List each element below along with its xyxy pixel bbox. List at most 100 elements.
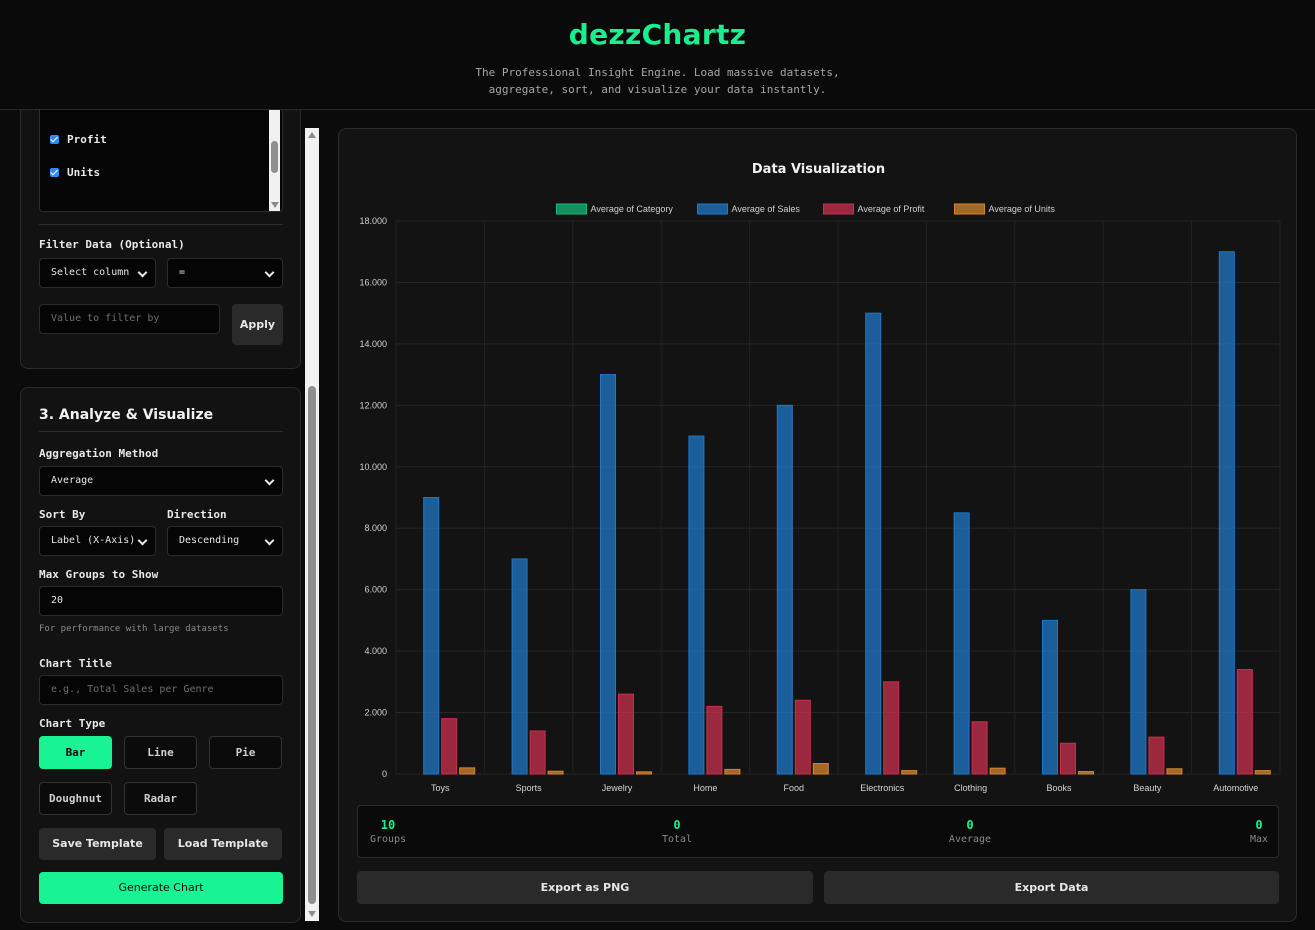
- save-template-button[interactable]: Save Template: [39, 828, 156, 860]
- column-option-units[interactable]: Units: [50, 166, 100, 179]
- app-tagline: The Professional Insight Engine. Load ma…: [420, 64, 895, 98]
- filter-column-value: Select column: [51, 267, 130, 278]
- x-tick-label: Home: [693, 783, 717, 793]
- column-checklist[interactable]: Profit Units: [39, 110, 283, 212]
- x-tick-label: Electronics: [860, 783, 905, 793]
- legend-label: Average of Category: [591, 204, 674, 214]
- max-groups-value: 20: [51, 595, 64, 606]
- load-template-button[interactable]: Load Template: [164, 828, 282, 860]
- visualization-panel: Data Visualization 0 2.000 4.000 6.000 8.000…: [338, 128, 1297, 922]
- x-tick-label: Toys: [431, 783, 450, 793]
- export-data-button[interactable]: Export Data: [824, 871, 1279, 904]
- bar: [1254, 770, 1271, 775]
- max-groups-hint: For performance with large datasets: [39, 624, 229, 634]
- bar: [865, 312, 882, 775]
- divider: [39, 431, 283, 432]
- x-tick-label: Clothing: [954, 783, 987, 793]
- chevron-down-icon: [264, 267, 275, 278]
- scrollbar-thumb[interactable]: [308, 386, 316, 904]
- scroll-down-arrow-icon[interactable]: [271, 202, 279, 208]
- apply-filter-button[interactable]: Apply: [232, 304, 283, 345]
- y-tick-label: 18.000: [359, 216, 387, 226]
- bar: [1130, 589, 1147, 775]
- filter-operator-select[interactable]: =: [167, 258, 283, 288]
- legend-swatch: [697, 203, 728, 215]
- bar: [618, 693, 634, 775]
- chevron-down-icon: [137, 267, 148, 278]
- divider: [39, 224, 283, 225]
- bar: [883, 681, 900, 775]
- x-tick-label: Sports: [516, 783, 543, 793]
- y-tick-label: 4.000: [364, 646, 387, 656]
- stats-bar: 10 Groups 0 Total 0 Average 0 Max: [357, 805, 1279, 858]
- analyze-section-title: 3. Analyze & Visualize: [39, 407, 214, 423]
- chart-type-bar-button[interactable]: Bar: [39, 736, 112, 769]
- legend-label: Average of Profit: [858, 204, 925, 214]
- bar: [600, 374, 616, 775]
- chart-type-pie-button[interactable]: Pie: [209, 736, 282, 769]
- bar: [953, 512, 970, 775]
- bar: [989, 767, 1006, 775]
- stat-label: Total: [661, 834, 693, 845]
- x-tick-label: Beauty: [1133, 783, 1162, 793]
- bar: [688, 435, 705, 775]
- legend-label: Average of Units: [989, 204, 1056, 214]
- bar: [776, 404, 793, 775]
- data-options-card: Profit Units Filter Data (Optional) Sele…: [20, 110, 301, 369]
- analyze-visualize-card: 3. Analyze & Visualize Aggregation Metho…: [20, 387, 301, 923]
- chart-type-label: Chart Type: [39, 717, 106, 730]
- checkbox-checked-icon[interactable]: [50, 135, 59, 144]
- column-option-label: Units: [67, 166, 101, 179]
- stat-label: Groups: [369, 834, 407, 845]
- generate-chart-button[interactable]: Generate Chart: [39, 872, 283, 904]
- legend-label: Average of Sales: [732, 204, 801, 214]
- y-tick-label: 8.000: [364, 523, 387, 533]
- y-tick-label: 6.000: [364, 585, 387, 595]
- filter-column-select[interactable]: Select column: [39, 258, 156, 288]
- bar: [1236, 669, 1253, 775]
- x-tick-label: Books: [1046, 783, 1072, 793]
- stat-value: 0: [966, 818, 974, 832]
- app-title: dezzChartz: [568, 18, 747, 51]
- chart-type-line-button[interactable]: Line: [124, 736, 197, 769]
- bar: [1060, 742, 1076, 775]
- bar: [794, 699, 811, 775]
- bar: [706, 705, 723, 775]
- export-png-button[interactable]: Export as PNG: [357, 871, 813, 904]
- chart-title-input[interactable]: e.g., Total Sales per Genre: [39, 675, 283, 705]
- filter-value-input[interactable]: Value to filter by: [39, 304, 220, 334]
- bar: [1218, 251, 1235, 775]
- aggregation-select[interactable]: Average: [39, 466, 283, 496]
- filter-operator-value: =: [179, 267, 186, 278]
- legend-swatch: [556, 203, 587, 215]
- chevron-down-icon: [137, 535, 148, 546]
- bar: [1166, 768, 1183, 775]
- x-tick-label: Automotive: [1213, 783, 1258, 793]
- sort-by-label: Sort By: [39, 508, 86, 521]
- max-groups-input[interactable]: 20: [39, 586, 283, 616]
- checklist-scrollbar[interactable]: [269, 110, 280, 211]
- direction-select[interactable]: Descending: [167, 526, 283, 556]
- scroll-down-arrow-icon[interactable]: [308, 911, 316, 917]
- bar: [901, 770, 918, 775]
- y-tick-label: 2.000: [364, 708, 387, 718]
- y-tick-label: 14.000: [359, 339, 387, 349]
- sidebar-scrollbar[interactable]: [305, 128, 319, 921]
- column-option-profit[interactable]: Profit: [50, 133, 107, 146]
- stat-max: 0 Max: [1239, 818, 1279, 845]
- bar: [812, 763, 829, 775]
- chart-type-radar-button[interactable]: Radar: [124, 782, 197, 815]
- bar: [1078, 771, 1094, 775]
- sort-by-value: Label (X-Axis): [51, 535, 136, 546]
- scrollbar-thumb[interactable]: [271, 141, 278, 173]
- bar: [636, 771, 652, 775]
- direction-value: Descending: [179, 535, 240, 546]
- checkbox-checked-icon[interactable]: [50, 168, 59, 177]
- tagline-line-2: aggregate, sort, and visualize your data…: [488, 83, 827, 96]
- chart-type-doughnut-button[interactable]: Doughnut: [39, 782, 112, 815]
- scroll-up-arrow-icon[interactable]: [308, 132, 316, 138]
- bar: [547, 770, 564, 775]
- sort-by-select[interactable]: Label (X-Axis): [39, 526, 156, 556]
- filter-section-label: Filter Data (Optional): [39, 238, 185, 251]
- chart-title-placeholder: e.g., Total Sales per Genre: [51, 684, 214, 695]
